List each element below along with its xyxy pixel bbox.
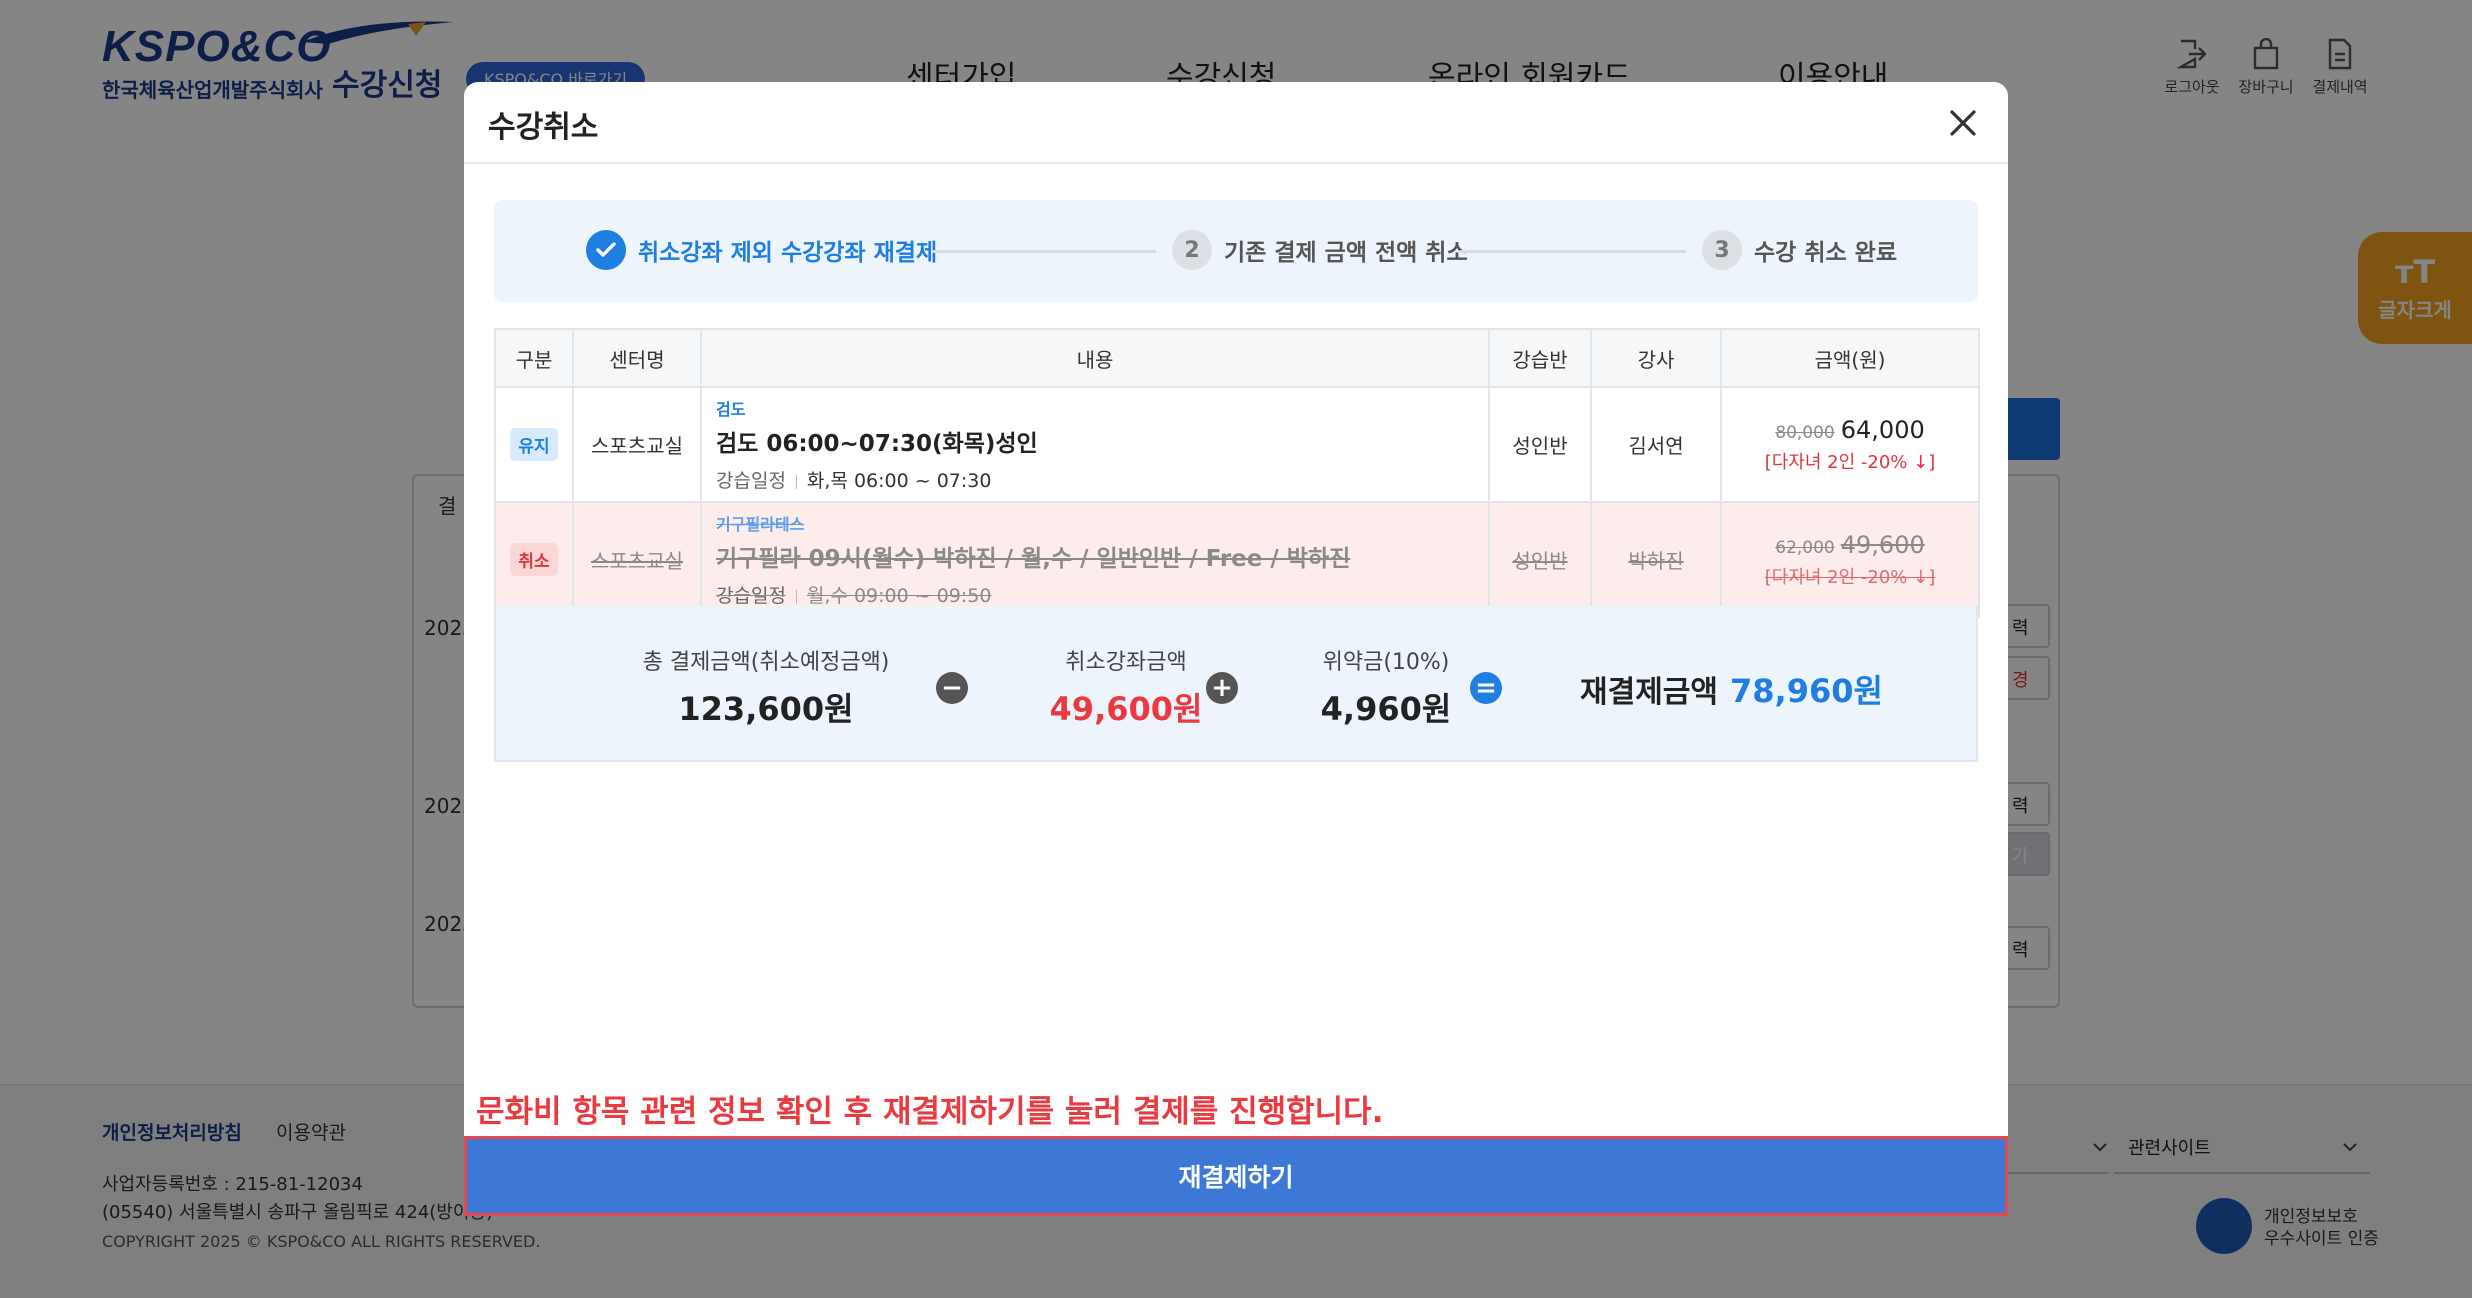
cancel-amount-label: 취소강좌금액 <box>1065 650 1187 675</box>
course-table: 구분 센터명 내용 강습반 강사 금액(원) 유지 스포츠교실 검도 검도 06… <box>494 328 1980 618</box>
header-content: 내용 <box>700 328 1490 388</box>
total-payment-value: 123,600원 <box>678 690 854 728</box>
table-row: 유지 스포츠교실 검도 검도 06:00~07:30(화목)성인 강습일정 화,목… <box>494 386 1980 503</box>
table-header-row: 구분 센터명 내용 강습반 강사 금액(원) <box>494 328 1980 388</box>
discounted-price: 49,600 <box>1840 530 1925 559</box>
course-content: 검도 검도 06:00~07:30(화목)성인 강습일정 화,목 06:00 ~ … <box>700 386 1490 503</box>
discount-note: [다자녀 2인 -20% ↓] <box>1764 566 1936 588</box>
header-center: 센터명 <box>572 328 702 388</box>
repayment-value: 78,960원 <box>1730 672 1883 710</box>
step-2-number: 2 <box>1172 230 1212 270</box>
notice-text: 문화비 항목 관련 정보 확인 후 재결제하기를 눌러 결제를 진행합니다. <box>476 1094 1384 1130</box>
price-cell: 80,000 64,000 [다자녀 2인 -20% ↓] <box>1720 386 1980 503</box>
course-content: 기구필라테스 기구필라 09시(월수) 박하진 / 월,수 / 일반인반 / F… <box>700 501 1490 618</box>
modal-title: 수강취소 <box>488 110 599 145</box>
payment-summary: 총 결제금액(취소예정금액) 123,600원 − 취소강좌금액 49,600원… <box>494 606 1978 762</box>
status-badge: 취소 <box>510 543 558 576</box>
penalty-label: 위약금(10%) <box>1322 650 1450 675</box>
repayment-amount: 재결제금액 78,960원 <box>1580 666 1883 712</box>
step-3: 3 수강 취소 완료 <box>1702 230 1897 270</box>
center-name: 스포츠교실 <box>591 549 683 573</box>
step-connector <box>932 250 1156 253</box>
course-name: 검도 06:00~07:30(화목)성인 <box>716 431 1038 457</box>
original-price: 62,000 <box>1775 537 1835 558</box>
check-icon <box>586 230 626 270</box>
course-category: 검도 <box>716 400 746 419</box>
class-level: 성인반 <box>1512 549 1568 573</box>
header-amount: 금액(원) <box>1720 328 1980 388</box>
teacher-name: 김서연 <box>1628 434 1684 458</box>
step-1-label: 취소강좌 제외 수강강좌 재결제 <box>638 240 938 266</box>
class-level: 성인반 <box>1512 434 1568 458</box>
discounted-price: 64,000 <box>1840 415 1925 444</box>
header-class: 강습반 <box>1488 328 1592 388</box>
repayment-label: 재결제금액 <box>1580 675 1718 710</box>
step-3-number: 3 <box>1702 230 1742 270</box>
minus-icon: − <box>936 672 968 704</box>
repay-button[interactable]: 재결제하기 <box>464 1136 2008 1216</box>
price-cell: 62,000 49,600 [다자녀 2인 -20% ↓] <box>1720 501 1980 618</box>
teacher-name: 박하진 <box>1628 549 1684 573</box>
close-icon[interactable] <box>1944 104 1982 142</box>
step-2-label: 기존 결제 금액 전액 취소 <box>1224 240 1468 266</box>
original-price: 80,000 <box>1775 422 1835 443</box>
center-name: 스포츠교실 <box>591 434 683 458</box>
header-teacher: 강사 <box>1590 328 1722 388</box>
course-name: 기구필라 09시(월수) 박하진 / 월,수 / 일반인반 / Free / 박… <box>716 546 1351 572</box>
step-connector <box>1460 250 1686 253</box>
discount-note: [다자녀 2인 -20% ↓] <box>1764 451 1936 473</box>
step-3-label: 수강 취소 완료 <box>1754 240 1897 266</box>
step-2: 2 기존 결제 금액 전액 취소 <box>1172 230 1468 270</box>
modal-header: 수강취소 <box>464 82 2008 164</box>
status-badge: 유지 <box>510 428 558 461</box>
equals-icon: = <box>1470 672 1502 704</box>
total-payment: 총 결제금액(취소예정금액) 123,600원 <box>636 644 896 730</box>
header-type: 구분 <box>494 328 574 388</box>
course-schedule: 강습일정 월,수 09:00 ~ 09:50 <box>716 585 992 607</box>
total-payment-label: 총 결제금액(취소예정금액) <box>642 650 890 675</box>
cancel-course-modal: 수강취소 취소강좌 제외 수강강좌 재결제 2 기존 결제 금액 전액 취소 3… <box>464 82 2008 1216</box>
course-category: 기구필라테스 <box>716 515 805 534</box>
plus-icon: + <box>1206 672 1238 704</box>
step-1: 취소강좌 제외 수강강좌 재결제 <box>586 230 937 270</box>
progress-steps: 취소강좌 제외 수강강좌 재결제 2 기존 결제 금액 전액 취소 3 수강 취… <box>494 200 1978 302</box>
table-row: 취소 스포츠교실 기구필라테스 기구필라 09시(월수) 박하진 / 월,수 /… <box>494 501 1980 618</box>
course-schedule: 강습일정 화,목 06:00 ~ 07:30 <box>716 470 992 492</box>
